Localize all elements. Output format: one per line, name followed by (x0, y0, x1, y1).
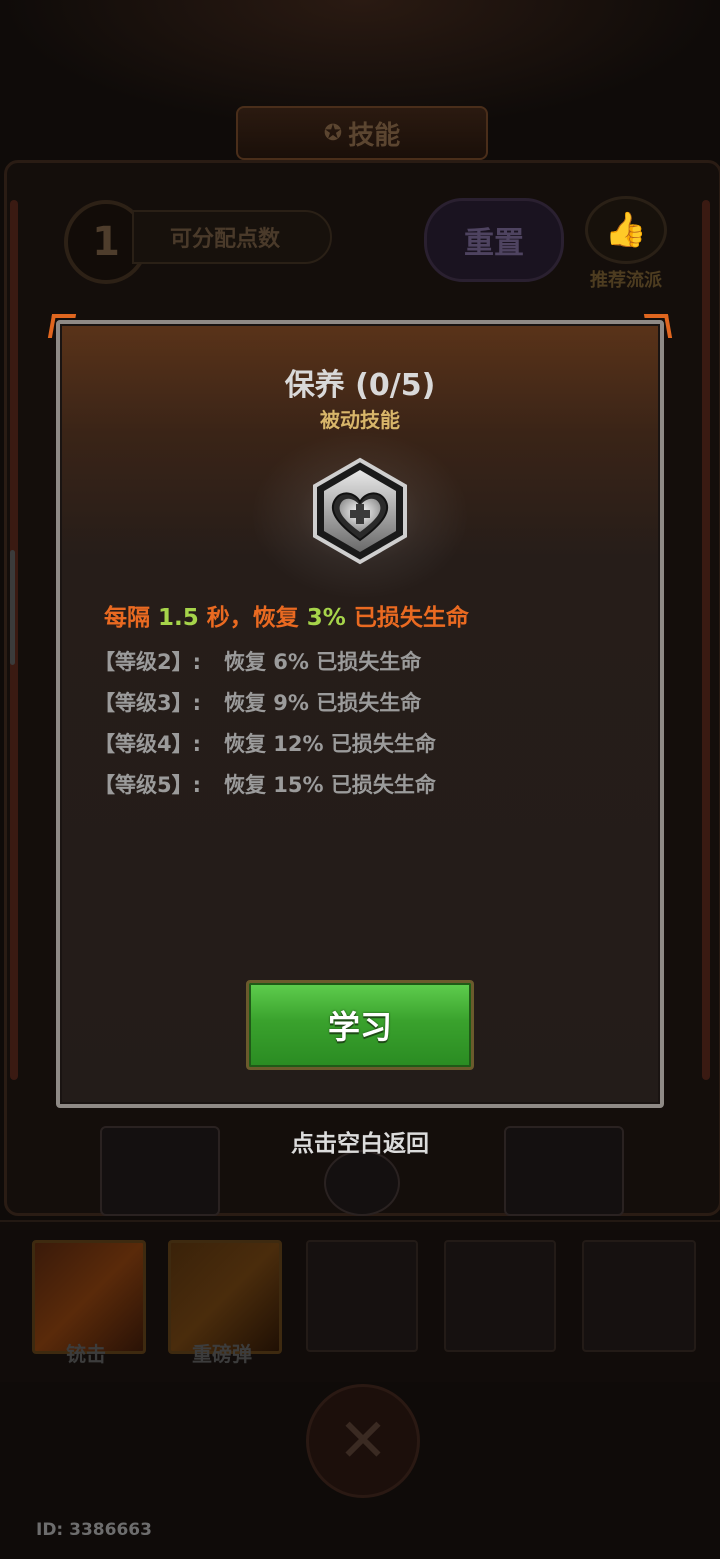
equipped-skill-slot-2[interactable] (168, 1240, 282, 1354)
skill-type: 被动技能 (320, 408, 400, 432)
learn-button[interactable]: 学习 (246, 980, 474, 1070)
empty-skill-slot[interactable] (444, 1240, 556, 1352)
heart-heal-icon (300, 456, 420, 566)
skill-name: 保养 (0/5) (284, 368, 436, 403)
screen-title: 技能 (348, 120, 401, 151)
recommend-build-label: 推荐流派 (590, 270, 662, 291)
level-label: 【等级3】: (94, 691, 202, 715)
empty-skill-slot[interactable] (306, 1240, 418, 1352)
reset-button[interactable]: 重置 (424, 198, 564, 282)
star-badge-icon: ✪ (323, 120, 343, 146)
level-label: 【等级4】: (94, 732, 202, 756)
interval-value: 1.5 (158, 605, 199, 631)
equipped-skill-label-1: 铳击 (66, 1342, 106, 1366)
equipped-skill-label-2: 重磅弹 (192, 1342, 252, 1366)
level-effect: 恢复 6% 已损失生命 (224, 650, 422, 674)
empty-skill-slot[interactable] (582, 1240, 696, 1352)
skill-node-tile[interactable] (324, 1150, 400, 1216)
level-effect-row: 【等级2】: 恢复 6% 已损失生命 (94, 646, 421, 676)
skill-points-label: 可分配点数 (132, 210, 332, 264)
level-effect: 恢复 9% 已损失生命 (224, 691, 422, 715)
thumbs-up-icon: 👍 (585, 196, 667, 264)
heal-percent-value: 3% (306, 605, 346, 631)
screen-title-banner: ✪ 技能 (236, 106, 488, 160)
frame-right-rail (702, 200, 710, 1080)
tap-to-close-hint[interactable]: 点击空白返回 (0, 1124, 720, 1158)
scrollbar[interactable] (10, 550, 15, 665)
level-effect-row: 【等级3】: 恢复 9% 已损失生命 (94, 687, 421, 717)
player-id: ID: 3386663 (36, 1520, 152, 1540)
level-effect: 恢复 12% 已损失生命 (224, 732, 436, 756)
level-label: 【等级2】: (94, 650, 202, 674)
level-label: 【等级5】: (94, 773, 202, 797)
close-icon[interactable]: ✕ (306, 1384, 420, 1498)
level-effect-row: 【等级4】: 恢复 12% 已损失生命 (94, 728, 436, 758)
skill-description: 每隔 1.5 秒，恢复 3% 已损失生命 (104, 605, 469, 631)
level-effect-row: 【等级5】: 恢复 15% 已损失生命 (94, 769, 436, 799)
level-effect: 恢复 15% 已损失生命 (224, 773, 436, 797)
equipped-skill-slot-1[interactable] (32, 1240, 146, 1354)
recommend-build-button[interactable]: 👍 推荐流派 (582, 196, 670, 291)
